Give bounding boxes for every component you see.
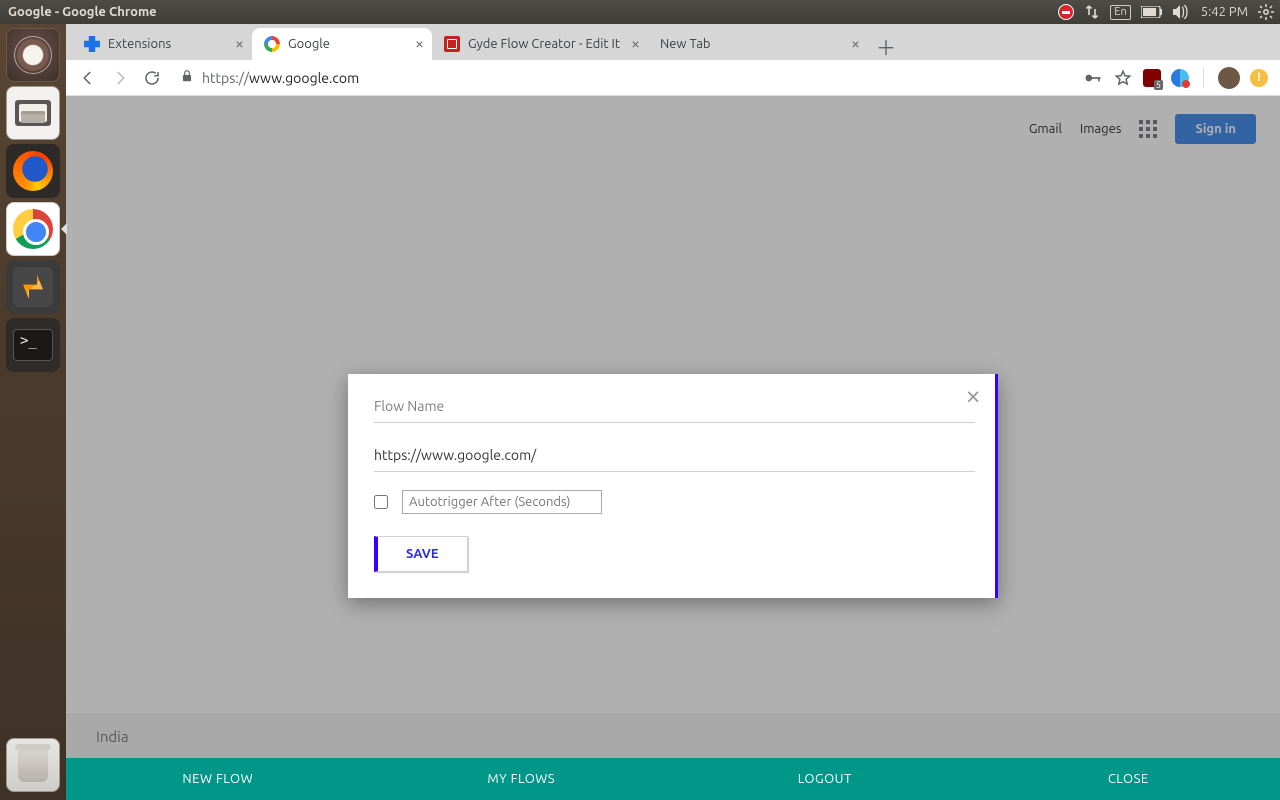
gyde-favicon-icon [444, 36, 460, 52]
gear-icon[interactable] [1258, 4, 1274, 20]
gyde-bottom-bar: NEW FLOW MY FLOWS LOGOUT CLOSE [66, 758, 1280, 800]
autotrigger-seconds-input[interactable] [402, 490, 602, 514]
keyboard-lang-indicator[interactable]: En [1110, 5, 1130, 20]
my-flows-button[interactable]: MY FLOWS [370, 758, 674, 800]
launcher-dash[interactable] [6, 28, 60, 82]
launcher-firefox[interactable] [6, 144, 60, 198]
tab-label: Extensions [108, 37, 171, 51]
update-warning-icon[interactable]: ! [1250, 69, 1268, 87]
folder-icon [15, 100, 51, 126]
tab-google[interactable]: Google × [252, 28, 432, 60]
flow-name-input[interactable] [374, 392, 975, 423]
launcher-sublime[interactable] [6, 260, 60, 314]
sublime-icon [13, 267, 53, 307]
ubuntu-dash-icon [14, 36, 52, 74]
launcher-chrome[interactable] [6, 202, 60, 256]
browser-toolbar: https://www.google.com ! [66, 60, 1280, 96]
new-flow-button[interactable]: NEW FLOW [66, 758, 370, 800]
close-icon[interactable]: × [631, 36, 640, 52]
sound-icon[interactable] [1173, 5, 1191, 19]
bookmark-star-icon[interactable] [1113, 68, 1133, 88]
firefox-icon [13, 151, 53, 191]
tab-label: Gyde Flow Creator - Edit It [468, 37, 620, 51]
logout-button[interactable]: LOGOUT [673, 758, 977, 800]
url-text: https://www.google.com [202, 70, 359, 86]
tab-strip: Extensions × Google × Gyde Flow Creator … [66, 24, 1280, 60]
tab-new[interactable]: New Tab × [648, 28, 868, 60]
tab-gyde[interactable]: Gyde Flow Creator - Edit It × [432, 28, 648, 60]
separator [1203, 68, 1204, 88]
system-tray: En 5:42 PM [1058, 4, 1274, 20]
network-icon[interactable] [1084, 4, 1100, 20]
back-button[interactable] [74, 64, 102, 92]
close-button[interactable]: CLOSE [977, 758, 1280, 800]
extensions-icon [84, 36, 100, 52]
save-button[interactable]: SAVE [374, 536, 468, 572]
tab-extensions[interactable]: Extensions × [72, 28, 252, 60]
close-icon[interactable]: × [965, 382, 981, 410]
tab-label: Google [288, 37, 330, 51]
new-tab-button[interactable]: ＋ [872, 32, 900, 60]
address-bar[interactable]: https://www.google.com [170, 64, 1079, 92]
launcher-files[interactable] [6, 86, 60, 140]
gyde-extension-icon[interactable] [1171, 69, 1189, 87]
forward-button[interactable] [106, 64, 134, 92]
autotrigger-checkbox[interactable] [374, 495, 388, 509]
trash-icon [18, 748, 48, 782]
chrome-window: Extensions × Google × Gyde Flow Creator … [66, 24, 1280, 800]
ubuntu-top-panel: Google - Google Chrome En 5:42 PM [0, 0, 1280, 24]
battery-icon[interactable] [1141, 6, 1163, 18]
clock[interactable]: 5:42 PM [1201, 5, 1248, 19]
launcher-terminal[interactable] [6, 318, 60, 372]
close-icon[interactable]: × [415, 36, 424, 52]
terminal-icon [13, 329, 53, 361]
flow-url-input[interactable] [374, 441, 975, 472]
launcher-trash[interactable] [6, 738, 60, 792]
google-favicon-icon [264, 36, 280, 52]
ublock-icon[interactable] [1143, 69, 1161, 87]
saved-passwords-icon[interactable] [1083, 68, 1103, 88]
chrome-icon [13, 209, 53, 249]
flow-modal: × SAVE [348, 374, 998, 598]
profile-avatar[interactable] [1218, 67, 1240, 89]
lock-icon [180, 69, 194, 86]
unity-launcher [0, 24, 66, 800]
window-title: Google - Google Chrome [8, 5, 157, 19]
close-icon[interactable]: × [851, 36, 860, 52]
reload-button[interactable] [138, 64, 166, 92]
close-icon[interactable]: × [235, 36, 244, 52]
extension-icons: ! [1083, 67, 1272, 89]
viewport: Gmail Images Sign in Google Search I'm F… [66, 96, 1280, 800]
tab-label: New Tab [660, 37, 711, 51]
no-entry-icon [1058, 4, 1074, 20]
